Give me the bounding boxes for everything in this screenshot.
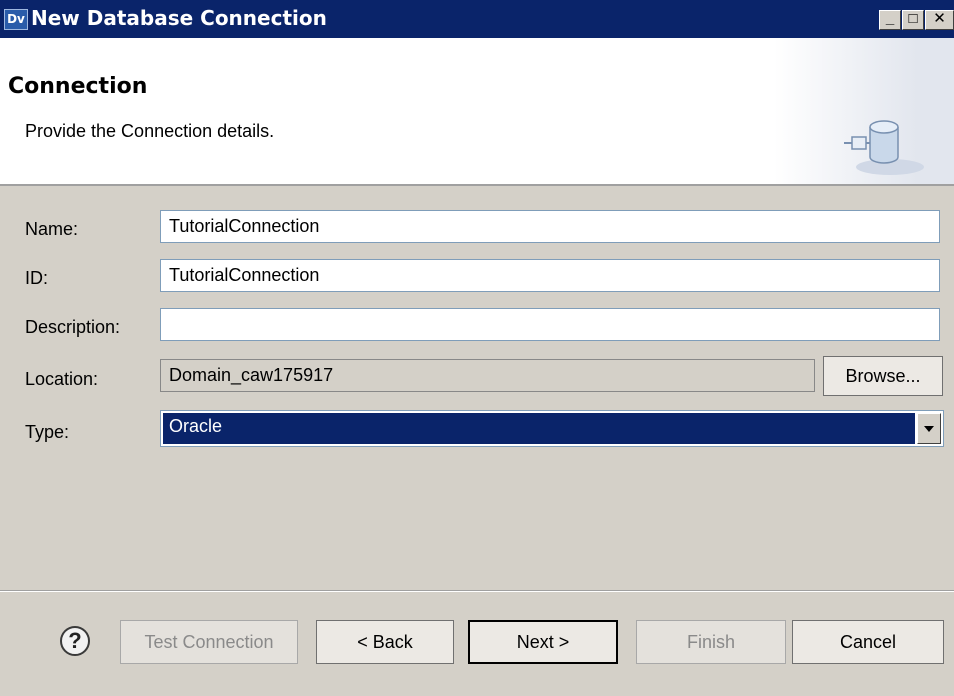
location-field: Domain_caw175917 [160, 359, 815, 392]
id-label: ID: [25, 268, 49, 288]
database-connection-icon [844, 120, 924, 175]
description-label: Description: [25, 317, 121, 337]
back-button[interactable]: < Back [316, 620, 454, 664]
title-bar: Dv New Database Connection _ □ ✕ [0, 0, 954, 38]
type-label: Type: [25, 422, 70, 442]
chevron-down-icon[interactable] [917, 413, 941, 444]
id-field[interactable]: TutorialConnection [160, 259, 940, 292]
type-selected-value: Oracle [163, 413, 915, 444]
next-button[interactable]: Next > [468, 620, 618, 664]
name-label: Name: [25, 219, 79, 239]
name-field[interactable]: TutorialConnection [160, 210, 940, 243]
browse-button[interactable]: Browse... [823, 356, 943, 396]
footer-separator [0, 590, 954, 592]
close-button[interactable]: ✕ [925, 10, 954, 30]
app-icon: Dv [4, 9, 28, 30]
minimize-button[interactable]: _ [879, 10, 901, 30]
page-title: Connection [8, 74, 148, 99]
window-title: New Database Connection [31, 6, 327, 30]
page-description: Provide the Connection details. [25, 121, 275, 141]
description-field[interactable] [160, 308, 940, 341]
location-label: Location: [25, 369, 99, 389]
type-select[interactable]: Oracle [160, 410, 944, 447]
test-connection-button: Test Connection [120, 620, 298, 664]
help-icon[interactable]: ? [60, 626, 90, 656]
wizard-header: Connection Provide the Connection detail… [0, 38, 954, 186]
finish-button: Finish [636, 620, 786, 664]
cancel-button[interactable]: Cancel [792, 620, 944, 664]
maximize-button[interactable]: □ [902, 10, 924, 30]
